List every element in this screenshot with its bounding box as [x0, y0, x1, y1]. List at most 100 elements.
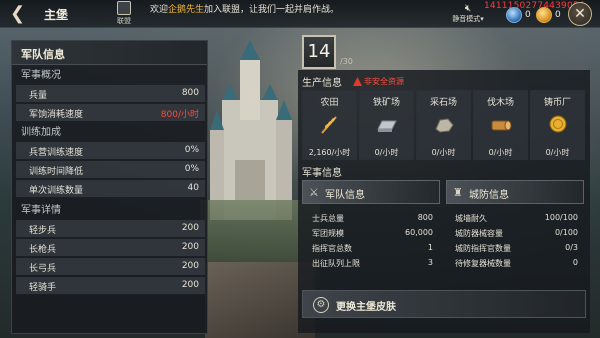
military-overview-heading: 军事概况: [21, 70, 61, 81]
resource-iron-mine[interactable]: 铁矿场 0/小时: [359, 90, 414, 160]
stat-row: 兵营训练速度 0%: [16, 142, 205, 160]
army-info-panel: 军队信息 军事概况 兵量 800 军饷消耗速度 800/小时 训练加成 兵营训练…: [11, 40, 208, 334]
resource-name: 采石场: [429, 98, 457, 108]
defense-info-tab-label: 城防信息: [469, 190, 509, 201]
stat-row: 单次训练数量 40: [16, 180, 205, 198]
army-stat-value: 3: [427, 258, 433, 267]
stat-label: 训练时间降低: [29, 167, 84, 177]
stat-row: 兵量 800: [16, 85, 205, 103]
flag-icon: [117, 1, 131, 15]
resource-name: 农田: [320, 98, 339, 108]
resource-farm[interactable]: 农田 2,160/小时: [302, 90, 357, 160]
warning-triangle-icon: [353, 77, 362, 86]
resource-quarry[interactable]: 采石场 0/小时: [416, 90, 471, 160]
army-info-tab-label: 军队信息: [325, 190, 365, 201]
defense-stat-value: 0: [572, 258, 578, 267]
defense-stat-label: 城墙耐久: [455, 214, 487, 223]
stone-icon: [435, 118, 454, 133]
resource-rate: 0/小时: [374, 148, 399, 157]
troop-count: 200: [181, 261, 199, 271]
army-stat-value: 1: [427, 243, 433, 252]
castle-level-badge: 14: [302, 35, 336, 69]
defense-stat-label: 城防器械容量: [455, 229, 503, 238]
defense-stat-value: 100/100: [544, 213, 578, 222]
stat-label: 兵量: [29, 91, 48, 101]
army-stat-label: 指挥官总数: [312, 244, 352, 253]
ticker-prefix: 欢迎: [150, 5, 169, 15]
troop-row: 轻步兵 200: [16, 220, 205, 238]
army-stat-value: 800: [417, 213, 433, 222]
defense-info-tab[interactable]: ♜︎ 城防信息: [446, 180, 584, 204]
resource-name: 铁矿场: [372, 98, 400, 108]
stat-label: 兵营训练速度: [29, 148, 84, 158]
production-info-heading: 生产信息: [302, 78, 342, 89]
resource-name: 铸币厂: [543, 98, 571, 108]
military-details-heading: 军事详情: [21, 205, 61, 216]
ticker-player-name: 企鹅先生: [168, 5, 205, 15]
gold-count: 0: [555, 9, 561, 20]
troop-label: 轻骑手: [29, 283, 57, 293]
resource-name: 伐木场: [486, 98, 514, 108]
troop-count: 200: [181, 280, 199, 290]
iron-ingot-icon: [377, 120, 397, 132]
troop-row: 长弓兵 200: [16, 258, 205, 276]
gear-icon: ⚙︎: [313, 297, 329, 313]
military-info-heading: 军事信息: [302, 168, 342, 179]
stat-label: 军饷消耗速度: [29, 110, 84, 120]
training-bonus-heading: 训练加成: [21, 127, 61, 138]
crossed-swords-icon: ⚔︎: [309, 186, 319, 199]
army-info-tab[interactable]: ⚔︎ 军队信息: [302, 180, 440, 204]
resource-lumber-mill[interactable]: 伐木场 0/小时: [473, 90, 528, 160]
coin-icon: [549, 115, 567, 133]
alliance-button[interactable]: 联盟: [111, 1, 137, 27]
wheat-icon: [321, 116, 337, 134]
wood-log-icon: [491, 120, 512, 131]
stat-value: 0%: [184, 145, 199, 155]
news-ticker: 欢迎企鹅先生加入联盟，让我们一起并肩作战。: [150, 2, 339, 15]
castle-level-max: /30: [340, 57, 353, 66]
castle-level: 14: [307, 41, 331, 62]
stat-value: 800: [181, 88, 199, 98]
resource-rate: 0/小时: [545, 148, 570, 157]
army-stat-label: 士兵总量: [312, 214, 344, 223]
troop-label: 长枪兵: [29, 245, 57, 255]
stat-value: 0%: [184, 164, 199, 174]
defense-stat-label: 待修复器械数量: [455, 259, 511, 268]
troop-row: 轻骑手 200: [16, 277, 205, 295]
troop-label: 轻步兵: [29, 226, 57, 236]
troop-label: 长弓兵: [29, 264, 57, 274]
close-icon: ✕: [574, 6, 586, 22]
page-title: 主堡: [44, 8, 69, 22]
back-arrow-icon[interactable]: ❮: [10, 3, 34, 25]
gem-count: 0: [525, 9, 531, 20]
unsafe-resource-warning[interactable]: 非安全资源: [353, 76, 404, 87]
resource-rate: 0/小时: [431, 148, 456, 157]
alliance-label: 联盟: [117, 17, 131, 25]
defense-stat-value: 0/100: [554, 228, 578, 237]
resource-rate: 0/小时: [488, 148, 513, 157]
top-bar: ❮ 主堡 联盟 欢迎企鹅先生加入联盟，让我们一起并肩作战。 🔇︎ 静音模式▾ 0…: [0, 0, 600, 28]
mute-mode-label: 静音模式▾: [452, 15, 484, 23]
army-stat-value: 60,000: [405, 228, 433, 237]
upkeep-rate-value: 800/小时: [160, 110, 199, 120]
ticker-message: 加入联盟，让我们一起并肩作战。: [204, 5, 340, 15]
stat-label: 单次训练数量: [29, 186, 84, 196]
stat-row: 训练时间降低 0%: [16, 161, 205, 179]
army-stat-label: 出征队列上限: [312, 259, 360, 268]
resource-rate: 2,160/小时: [308, 148, 351, 157]
army-stat-label: 军团规模: [312, 229, 344, 238]
resource-mint[interactable]: 铸币厂 0/小时: [530, 90, 585, 160]
army-info-header: 军队信息: [12, 41, 207, 65]
change-castle-skin-button[interactable]: ⚙︎ 更换主堡皮肤: [302, 290, 586, 318]
stat-row: 军饷消耗速度 800/小时: [16, 104, 205, 122]
warning-text: 非安全资源: [364, 77, 404, 86]
close-button[interactable]: ✕: [568, 2, 592, 26]
troop-count: 200: [181, 223, 199, 233]
stat-value: 40: [187, 183, 199, 193]
change-castle-skin-label: 更换主堡皮肤: [336, 302, 396, 313]
defense-stat-label: 城防指挥官数量: [455, 244, 511, 253]
troop-count: 200: [181, 242, 199, 252]
defense-stat-value: 0/3: [565, 243, 578, 252]
troop-row: 长枪兵 200: [16, 239, 205, 257]
army-info-title: 军队信息: [21, 48, 65, 61]
